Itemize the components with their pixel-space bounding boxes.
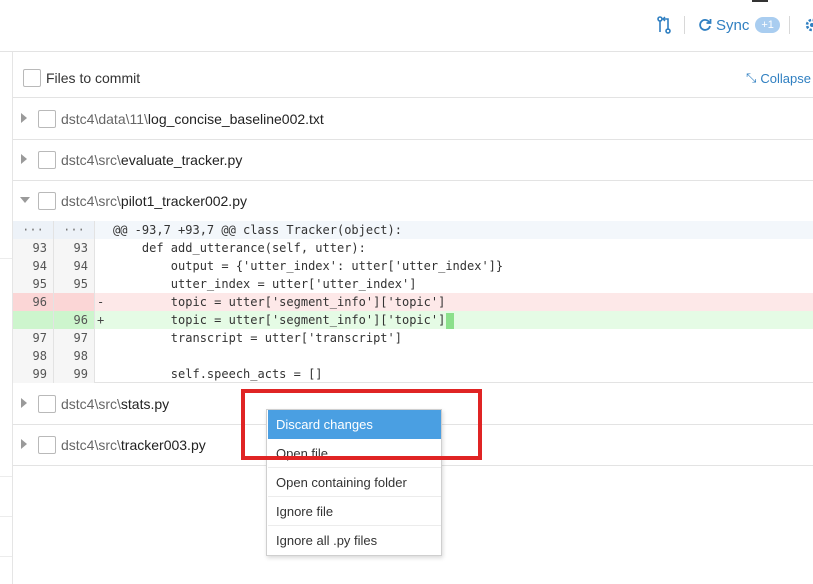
- collapse-label: Collapse a: [760, 70, 813, 86]
- file-dir: dstc4\data\11\: [61, 111, 148, 127]
- file-dir: dstc4\src\: [61, 437, 121, 453]
- collapse-icon: ⤡: [746, 70, 757, 85]
- old-line-number: [13, 311, 54, 329]
- file-path: dstc4\src\stats.py: [61, 396, 169, 412]
- gutter-tick: [0, 258, 12, 259]
- file-name: log_concise_baseline002.txt: [147, 111, 324, 127]
- diff-view[interactable]: ··· ··· @@ -93,7 +93,7 @@ class Tracker(…: [13, 221, 813, 383]
- pull-request-icon: [657, 16, 671, 34]
- diff-sign: +: [97, 313, 105, 327]
- select-all-checkbox[interactable]: [23, 69, 41, 87]
- diff-line[interactable]: 94 94 output = {'utter_index': utter['ut…: [13, 257, 813, 275]
- diff-code: topic = utter['segment_info']['topic']: [113, 313, 446, 327]
- sync-label: Sync: [716, 16, 750, 34]
- file-name: evaluate_tracker.py: [120, 152, 243, 168]
- sync-badge: +1: [755, 17, 780, 33]
- file-name: pilot1_tracker002.py: [120, 193, 247, 209]
- new-line-number: 93: [54, 239, 95, 257]
- collapse-caret-icon[interactable]: [20, 197, 30, 203]
- menu-item-open-file[interactable]: Open file: [268, 439, 441, 468]
- file-checkbox[interactable]: [38, 192, 56, 210]
- diff-code: def add_utterance(self, utter):: [113, 241, 366, 255]
- file-path: dstc4\src\tracker003.py: [61, 437, 206, 453]
- toolbar-divider: [789, 16, 790, 34]
- old-line-number: 98: [13, 347, 54, 365]
- diff-code-wrap: topic = utter['segment_info']['topic']: [113, 311, 455, 329]
- file-name: tracker003.py: [120, 437, 206, 453]
- diff-sign: -: [97, 295, 105, 309]
- file-path: dstc4\src\pilot1_tracker002.py: [61, 193, 247, 209]
- diff-line-removed[interactable]: 96 - topic = utter['segment_info']['topi…: [13, 293, 813, 311]
- old-line-number: 97: [13, 329, 54, 347]
- file-row[interactable]: dstc4\data\11\log_concise_baseline002.tx…: [13, 99, 813, 140]
- file-path: dstc4\src\evaluate_tracker.py: [61, 152, 242, 168]
- file-dir: dstc4\src\: [61, 396, 121, 412]
- diff-line[interactable]: 99 99 self.speech_acts = []: [13, 365, 813, 383]
- expand-caret-icon[interactable]: [21, 398, 27, 408]
- old-line-number: 94: [13, 257, 54, 275]
- top-toolbar: Sync +1: [0, 0, 813, 52]
- file-dir: dstc4\src\: [61, 193, 121, 209]
- menu-item-discard-changes[interactable]: Discard changes: [268, 410, 441, 439]
- new-line-number: 95: [54, 275, 95, 293]
- diff-code: self.speech_acts = []: [113, 367, 323, 381]
- files-to-commit-header: Files to commit ⤡ Collapse a: [13, 58, 813, 98]
- old-line-number: 99: [13, 365, 54, 383]
- old-line-number: 96: [13, 293, 54, 311]
- context-menu: Discard changes Open file Open containin…: [266, 409, 442, 556]
- files-to-commit-title: Files to commit: [46, 70, 141, 86]
- new-line-number: 99: [54, 365, 95, 383]
- diff-code: @@ -93,7 +93,7 @@ class Tracker(object):: [113, 223, 402, 237]
- diff-line-added[interactable]: 96 + topic = utter['segment_info']['topi…: [13, 311, 813, 329]
- file-checkbox[interactable]: [38, 110, 56, 128]
- file-path: dstc4\data\11\log_concise_baseline002.tx…: [61, 111, 324, 127]
- diff-code: utter_index = utter['utter_index']: [113, 277, 417, 291]
- file-checkbox[interactable]: [38, 395, 56, 413]
- expand-caret-icon[interactable]: [21, 113, 27, 123]
- expand-caret-icon[interactable]: [21, 154, 27, 164]
- diff-code: transcript = utter['transcript']: [113, 331, 402, 345]
- gutter-tick: [0, 476, 12, 477]
- menu-item-ignore-file[interactable]: Ignore file: [268, 497, 441, 526]
- menu-item-ignore-all-py[interactable]: Ignore all .py files: [268, 526, 441, 555]
- diff-line[interactable]: 98 98: [13, 347, 813, 365]
- file-row-expanded[interactable]: dstc4\src\pilot1_tracker002.py: [13, 181, 813, 222]
- new-line-number: [54, 293, 95, 311]
- diff-line[interactable]: 93 93 def add_utterance(self, utter):: [13, 239, 813, 257]
- toolbar-indicator: [752, 0, 768, 2]
- gutter-tick: [0, 556, 12, 557]
- expand-caret-icon[interactable]: [21, 439, 27, 449]
- new-line-number: 94: [54, 257, 95, 275]
- file-name: stats.py: [120, 396, 170, 412]
- old-line-number: ···: [13, 221, 54, 239]
- diff-hunk-header: ··· ··· @@ -93,7 +93,7 @@ class Tracker(…: [13, 221, 813, 239]
- diff-line[interactable]: 95 95 utter_index = utter['utter_index']: [13, 275, 813, 293]
- text-cursor: [446, 312, 455, 329]
- new-line-number: ···: [54, 221, 95, 239]
- old-line-number: 93: [13, 239, 54, 257]
- sync-icon: [699, 19, 712, 31]
- new-line-number: 98: [54, 347, 95, 365]
- collapse-all-button[interactable]: ⤡ Collapse a: [746, 70, 813, 86]
- file-checkbox[interactable]: [38, 151, 56, 169]
- file-dir: dstc4\src\: [61, 152, 121, 168]
- diff-code: output = {'utter_index': utter['utter_in…: [113, 259, 504, 273]
- sync-button[interactable]: Sync +1: [698, 14, 780, 36]
- file-row[interactable]: dstc4\src\evaluate_tracker.py: [13, 140, 813, 181]
- new-line-number: 97: [54, 329, 95, 347]
- settings-button[interactable]: [802, 14, 813, 36]
- diff-line[interactable]: 97 97 transcript = utter['transcript']: [13, 329, 813, 347]
- toolbar-divider: [684, 16, 685, 34]
- menu-item-open-containing-folder[interactable]: Open containing folder: [268, 468, 441, 497]
- pull-request-button[interactable]: [656, 14, 672, 36]
- old-line-number: 95: [13, 275, 54, 293]
- file-checkbox[interactable]: [38, 436, 56, 454]
- diff-code: topic = utter['segment_info']['topic']: [113, 295, 446, 309]
- new-line-number: 96: [54, 311, 95, 329]
- gear-icon: [805, 18, 813, 32]
- gutter-tick: [0, 516, 12, 517]
